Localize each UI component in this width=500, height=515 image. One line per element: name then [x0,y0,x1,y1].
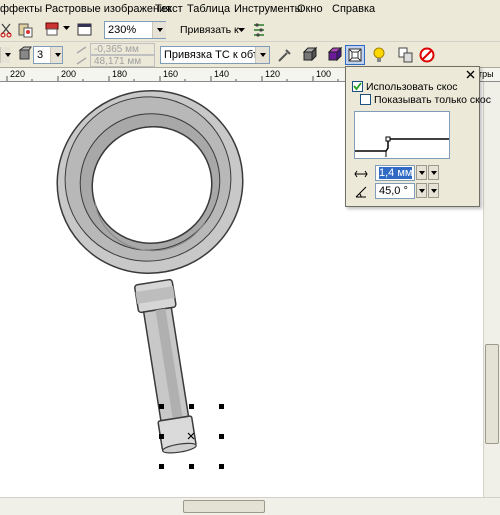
bevel-width-value: 1,4 мм [379,167,413,179]
paste-icon[interactable] [17,21,35,39]
nodes-icon[interactable] [18,46,32,64]
zoom-dropdown-arrow[interactable] [152,22,166,38]
use-bevel-label[interactable]: Использовать скос [366,81,458,93]
selection-handle[interactable] [159,464,164,469]
show-only-bevel-label[interactable]: Показывать только скос [374,94,491,106]
vertical-scrollbar[interactable] [483,82,500,497]
extrude-color-icon[interactable] [326,46,344,64]
count-spinner[interactable] [50,47,62,63]
bevel-angle-value: 45,0 ° [379,185,408,197]
selection-handle[interactable] [219,464,224,469]
use-bevel-checkbox[interactable] [352,81,363,92]
bevel-angle-input[interactable]: 45,0 ° [375,183,415,199]
standard-toolbar: 230% Привязать к [0,18,500,42]
chevron-down-icon[interactable] [238,28,246,34]
chevron-down-icon[interactable] [63,26,71,32]
menu-text[interactable]: Текст [155,3,183,15]
bevel-angle-spin-down[interactable] [416,183,427,198]
lighting-bulb-icon[interactable] [371,46,387,64]
count-value: 3 [37,49,44,61]
menu-effects[interactable]: ффекты [0,3,42,15]
import-icon[interactable] [44,21,62,39]
close-icon[interactable] [466,70,475,79]
options-icon[interactable] [251,21,269,39]
selection-handle[interactable] [159,404,164,409]
clear-extrude-icon[interactable] [418,46,436,64]
x-offset-field[interactable]: -0,365 мм [90,43,155,55]
y-position-icon [76,57,87,65]
selection-center-x-icon[interactable] [186,431,196,441]
vertical-scroll-thumb[interactable] [485,344,499,444]
menu-bitmaps[interactable]: Растровые изображения [45,3,171,15]
selection-handle[interactable] [219,404,224,409]
property-bar: 3 -0,365 мм 48,171 мм Привязка ТС к объе… [0,42,500,68]
menu-table[interactable]: Таблица [187,3,230,15]
x-position-icon [76,46,87,54]
horizontal-scroll-thumb[interactable] [183,500,265,513]
bevel-icon [348,48,362,62]
show-only-bevel-checkbox[interactable] [360,94,371,105]
snap-select-arrow[interactable] [255,47,269,63]
horizontal-scrollbar[interactable] [0,497,500,515]
x-offset-value: -0,365 мм [94,44,139,55]
bevel-width-icon [354,170,368,178]
menu-help[interactable]: Справка [332,3,375,15]
selection-handle[interactable] [189,464,194,469]
y-offset-field[interactable]: 48,171 мм [90,55,155,67]
bevel-angle-spin-up[interactable] [428,183,439,198]
bevel-preview-graphic [355,136,449,157]
bevel-button[interactable] [345,45,365,65]
left-dropdown-arrow[interactable] [0,47,11,63]
bevel-panel: Использовать скос Показывать только скос… [345,66,491,207]
snap-select[interactable]: Привязка ТС к объекту [160,46,270,64]
selection-handle[interactable] [189,404,194,409]
bevel-width-input[interactable]: 1,4 мм [375,165,415,181]
menu-window[interactable]: Окно [297,3,323,15]
selection-handle[interactable] [219,434,224,439]
y-offset-value: 48,171 мм [94,56,142,67]
copy-extrude-icon[interactable] [397,46,415,64]
checkmark-icon [353,82,362,91]
bevel-width-spin-up[interactable] [428,165,439,180]
cut-icon[interactable] [0,21,14,39]
selection-handle[interactable] [159,434,164,439]
bevel-angle-icon [355,186,367,198]
bevel-width-spin-down[interactable] [416,165,427,180]
menu-tools[interactable]: Инструменты [234,3,303,15]
menu-bar: ффекты Растровые изображения Текст Табли… [0,0,500,18]
application-launcher-icon[interactable] [76,21,94,39]
extrude-object-icon[interactable] [301,46,319,64]
eyedropper-icon[interactable] [276,46,294,64]
snap-to-label[interactable]: Привязать к [180,24,239,36]
zoom-value: 230% [108,24,137,36]
bevel-preview [354,111,450,159]
